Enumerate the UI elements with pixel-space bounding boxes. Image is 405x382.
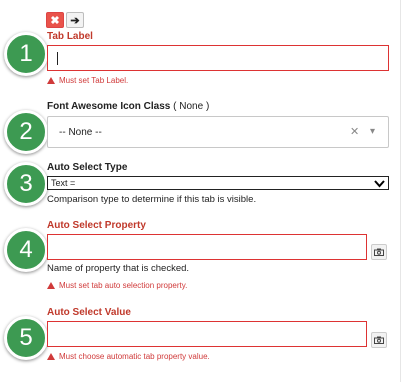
- chevron-down-icon: ▾: [370, 126, 376, 137]
- tab-label-input[interactable]: [47, 45, 389, 71]
- auto-select-type-value: Text =: [51, 178, 76, 188]
- auto-select-type-select[interactable]: Text =: [47, 176, 389, 190]
- icon-class-select[interactable]: -- None -- ✕ ▾: [47, 116, 389, 148]
- auto-select-value-input[interactable]: [47, 321, 367, 347]
- warning-icon: [47, 282, 55, 289]
- auto-select-property-error: Must set tab auto selection property.: [47, 281, 187, 290]
- tab-label-label: Tab Label: [47, 31, 93, 42]
- auto-select-value-error: Must choose automatic tab property value…: [47, 352, 210, 361]
- clear-icon[interactable]: ✕: [350, 125, 359, 138]
- close-icon: ✖: [50, 14, 60, 27]
- chevron-down-icon: [374, 180, 385, 188]
- auto-select-type-label: Auto Select Type: [47, 162, 128, 173]
- auto-select-type-help: Comparison type to determine if this tab…: [47, 194, 257, 205]
- auto-select-property-help: Name of property that is checked.: [47, 263, 190, 274]
- warning-icon: [47, 77, 55, 84]
- close-button[interactable]: ✖: [46, 12, 64, 28]
- step-badge-3: 3: [4, 162, 48, 206]
- step-badge-2: 2: [4, 110, 48, 154]
- step-badge-4: 4: [4, 228, 48, 272]
- camera-icon: [374, 248, 384, 256]
- step-badge-5: 5: [4, 316, 48, 360]
- property-picker-button[interactable]: [371, 244, 387, 260]
- icon-class-label: Font Awesome Icon Class ( None ): [47, 101, 210, 112]
- icon-class-value: -- None --: [59, 127, 102, 138]
- move-button[interactable]: ➔: [66, 12, 84, 28]
- warning-icon: [47, 353, 55, 360]
- text-cursor: [57, 52, 58, 65]
- camera-icon: [374, 336, 384, 344]
- auto-select-value-label: Auto Select Value: [47, 307, 131, 318]
- value-picker-button[interactable]: [371, 332, 387, 348]
- tab-label-error: Must set Tab Label.: [47, 76, 128, 85]
- arrow-right-icon: ➔: [70, 14, 80, 27]
- step-badge-1: 1: [4, 32, 48, 76]
- panel-edge: [400, 0, 401, 382]
- auto-select-property-input[interactable]: [47, 234, 367, 260]
- auto-select-property-label: Auto Select Property: [47, 220, 146, 231]
